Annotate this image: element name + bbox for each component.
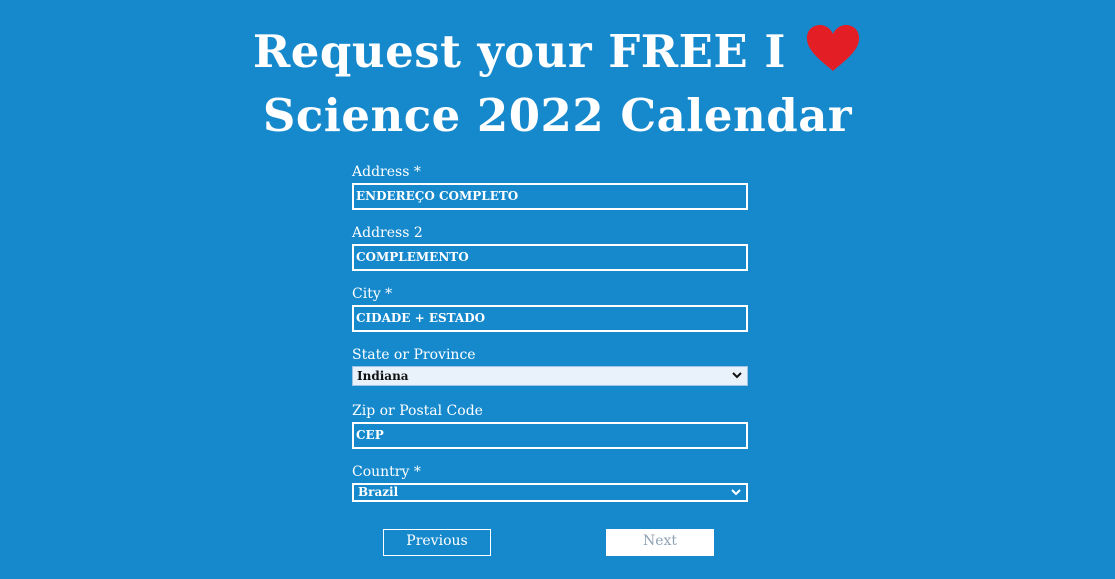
zip-label: Zip or Postal Code bbox=[352, 403, 483, 419]
address2-input[interactable]: COMPLEMENTO bbox=[352, 244, 748, 271]
country-select[interactable]: Brazil bbox=[352, 483, 748, 502]
state-field-group: State or Province Indiana bbox=[352, 346, 748, 386]
country-field-group: Country * Brazil bbox=[352, 463, 748, 502]
zip-input[interactable]: CEP bbox=[352, 422, 748, 449]
zip-field-group: Zip or Postal Code CEP bbox=[352, 402, 748, 449]
next-button[interactable]: Next bbox=[606, 529, 714, 556]
title-line-2: Science 2022 Calendar bbox=[262, 89, 853, 142]
chevron-down-icon bbox=[731, 489, 741, 496]
state-label: State or Province bbox=[352, 347, 476, 363]
address-field-group: Address * ENDEREÇO COMPLETO bbox=[352, 163, 748, 210]
page-title: Request your FREE I Science 2022 Calenda… bbox=[0, 20, 1115, 148]
address2-field-group: Address 2 COMPLEMENTO bbox=[352, 224, 748, 271]
city-field-group: City * CIDADE + ESTADO bbox=[352, 285, 748, 332]
heart-icon bbox=[807, 25, 860, 71]
city-label: City * bbox=[352, 286, 393, 302]
country-selected-value: Brazil bbox=[358, 485, 399, 499]
city-input[interactable]: CIDADE + ESTADO bbox=[352, 305, 748, 332]
previous-button[interactable]: Previous bbox=[383, 529, 491, 556]
state-selected-value: Indiana bbox=[357, 369, 409, 383]
chevron-down-icon bbox=[732, 372, 742, 379]
title-line-1: Request your FREE I bbox=[252, 25, 786, 78]
address2-label: Address 2 bbox=[352, 225, 423, 241]
state-select[interactable]: Indiana bbox=[352, 366, 748, 386]
country-label: Country * bbox=[352, 464, 421, 480]
address-label: Address * bbox=[352, 164, 421, 180]
address-input[interactable]: ENDEREÇO COMPLETO bbox=[352, 183, 748, 210]
